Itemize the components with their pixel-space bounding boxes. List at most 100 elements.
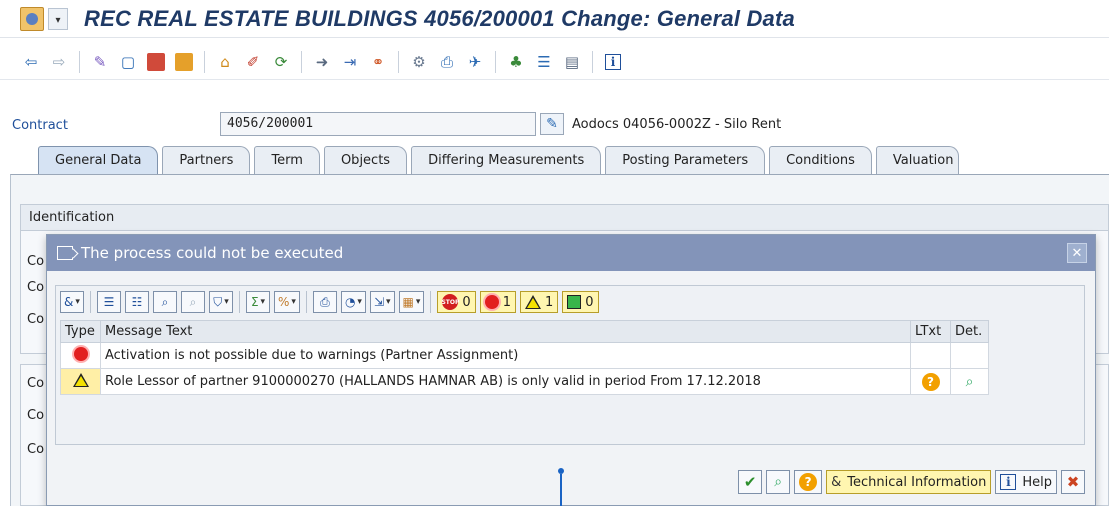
back-icon[interactable]: ⇦ bbox=[20, 51, 42, 73]
table-icon[interactable]: ▤ bbox=[561, 51, 583, 73]
tab-partners[interactable]: Partners bbox=[162, 146, 251, 174]
tab-valuation[interactable]: Valuation bbox=[875, 146, 959, 174]
info-icon[interactable]: i bbox=[602, 51, 624, 73]
field-label: Co bbox=[27, 442, 45, 457]
create-sub-icon[interactable]: ⌂ bbox=[214, 51, 236, 73]
window-title: REC REAL ESTATE BUILDINGS 4056/200001 Ch… bbox=[84, 5, 795, 31]
layout-icon[interactable]: ▦ ▾ bbox=[398, 291, 425, 313]
toolbar-separator bbox=[430, 291, 432, 313]
toolbar-separator bbox=[495, 50, 496, 73]
continue-button[interactable]: ✔ bbox=[738, 470, 763, 494]
tab-conditions[interactable]: Conditions bbox=[769, 146, 872, 174]
field-label: Co bbox=[27, 408, 45, 423]
settings-icon[interactable]: ⚙ bbox=[408, 51, 430, 73]
tab-general-data[interactable]: General Data bbox=[38, 146, 159, 174]
warning-counter-button[interactable]: 1 bbox=[519, 291, 559, 313]
cancel-button[interactable]: ✖ bbox=[1061, 470, 1085, 494]
detail-magnifier-icon[interactable]: ⌕ bbox=[966, 374, 974, 390]
type-cell bbox=[60, 342, 101, 369]
det-cell: ⌕ bbox=[950, 368, 989, 395]
system-menu-button[interactable]: ▾ bbox=[48, 7, 68, 30]
contract-field[interactable]: 4056/200001 bbox=[220, 112, 536, 136]
move-icon[interactable] bbox=[173, 51, 195, 73]
technical-info-menu-button[interactable]: & ▾ bbox=[60, 291, 84, 313]
total-icon[interactable]: Σ ▾ bbox=[246, 291, 270, 313]
field-label: Co bbox=[27, 280, 45, 295]
column-header-type[interactable]: Type bbox=[60, 320, 101, 343]
sort-descending-icon[interactable]: ☷ bbox=[125, 291, 149, 313]
identification-heading: Identification bbox=[21, 205, 1108, 231]
error-counter-button[interactable]: 1 bbox=[479, 291, 516, 313]
copy-icon[interactable] bbox=[145, 51, 167, 73]
contract-row: Contract 4056/200001 ✎ Aodocs 04056-0002… bbox=[0, 112, 1109, 138]
goto-icon[interactable]: ➜ bbox=[311, 51, 333, 73]
tab-posting-parameters[interactable]: Posting Parameters bbox=[605, 146, 766, 174]
forward-icon[interactable]: ⇨ bbox=[48, 51, 70, 73]
refresh-icon[interactable]: ⟳ bbox=[270, 51, 292, 73]
contract-label: Contract bbox=[12, 118, 68, 133]
find-icon[interactable]: ⌕ bbox=[153, 291, 177, 313]
edit-icon[interactable]: ✐ bbox=[242, 51, 264, 73]
filter-icon[interactable]: ⛉ ▾ bbox=[209, 291, 233, 313]
warning-icon bbox=[524, 295, 541, 309]
message-text-cell: Role Lessor of partner 9100000270 (HALLA… bbox=[100, 368, 911, 395]
close-icon[interactable]: ✕ bbox=[1067, 243, 1087, 263]
print-icon[interactable]: ⎙ bbox=[436, 51, 458, 73]
magnifier-icon: ⌕ bbox=[774, 474, 783, 490]
column-header-message-text[interactable]: Message Text bbox=[100, 320, 911, 343]
create-icon[interactable]: ▢ bbox=[117, 51, 139, 73]
message-table: Type Message Text LTxt Det. Activation i… bbox=[60, 320, 989, 395]
sort-ascending-icon[interactable]: ☰ bbox=[97, 291, 121, 313]
ltxt-cell: ? bbox=[910, 368, 951, 395]
field-label: Co bbox=[27, 312, 45, 327]
technical-information-button[interactable]: & Technical Information bbox=[826, 470, 992, 494]
subtotal-icon[interactable]: % ▾ bbox=[274, 291, 300, 313]
toolbar-separator bbox=[90, 291, 91, 313]
long-text-button[interactable]: ? bbox=[794, 470, 823, 494]
splitter-handle[interactable] bbox=[558, 468, 564, 506]
long-text-question-icon[interactable]: ? bbox=[921, 372, 940, 391]
splitter-line bbox=[560, 474, 562, 506]
display-change-icon[interactable]: ✎ bbox=[89, 51, 111, 73]
list-icon[interactable]: ☰ bbox=[533, 51, 555, 73]
dialog-header: The process could not be executed bbox=[47, 235, 1095, 271]
stop-counter-button[interactable]: STOP 0 bbox=[437, 291, 476, 313]
views-icon[interactable]: ◔ ▾ bbox=[340, 291, 366, 313]
tab-objects[interactable]: Objects bbox=[323, 146, 408, 174]
detail-button[interactable]: ⌕ bbox=[766, 470, 791, 494]
pencil-icon[interactable]: ✎ bbox=[540, 113, 564, 135]
print-icon[interactable]: ⎙ bbox=[312, 291, 337, 313]
dialog-footer: ✔ ⌕ ? & Technical Information i Help ✖ bbox=[738, 469, 1085, 495]
tab-differing-measurements[interactable]: Differing Measurements bbox=[411, 146, 602, 174]
message-list: & ▾ ☰ ☷ ⌕ ⌕ ⛉ ▾ Σ ▾ % ▾ ⎙ ◔ ▾ ⇲ ▾ ▦ ▾ STOP 0 1 1… bbox=[55, 285, 1085, 445]
attach-icon[interactable]: ✈ bbox=[464, 51, 486, 73]
toolbar-separator bbox=[592, 50, 593, 73]
sap-app-icon[interactable] bbox=[20, 6, 44, 31]
table-header-row: Type Message Text LTxt Det. bbox=[60, 320, 989, 343]
column-header-det[interactable]: Det. bbox=[950, 320, 989, 343]
tab-term[interactable]: Term bbox=[254, 146, 320, 174]
column-header-ltxt[interactable]: LTxt bbox=[910, 320, 951, 343]
toolbar-separator bbox=[79, 50, 80, 73]
question-icon: ? bbox=[799, 473, 818, 491]
message-dialog: The process could not be executed ✕ & ▾ ☰… bbox=[46, 234, 1096, 506]
field-label: Co bbox=[27, 254, 45, 269]
error-icon bbox=[484, 295, 499, 309]
field-label: Co bbox=[27, 376, 45, 391]
success-counter-button[interactable]: 0 bbox=[562, 291, 599, 313]
det-cell bbox=[950, 342, 989, 369]
table-row[interactable]: Role Lessor of partner 9100000270 (HALLA… bbox=[60, 368, 989, 395]
help-button[interactable]: i Help bbox=[995, 470, 1057, 494]
toolbar-separator bbox=[239, 291, 240, 313]
error-icon bbox=[73, 346, 88, 361]
contract-description: Aodocs 04056-0002Z - Silo Rent bbox=[572, 117, 782, 132]
table-row[interactable]: Activation is not possible due to warnin… bbox=[60, 342, 989, 369]
navigate-icon[interactable]: ⇥ bbox=[339, 51, 361, 73]
find-next-icon[interactable]: ⌕ bbox=[181, 291, 205, 313]
export-icon[interactable]: ⇲ ▾ bbox=[369, 291, 395, 313]
technical-information-label: Technical Information bbox=[847, 474, 987, 490]
hierarchy-icon[interactable]: ♣ bbox=[505, 51, 527, 73]
toolbar-separator bbox=[305, 291, 307, 313]
close-x-icon: ✖ bbox=[1066, 473, 1080, 491]
link-icon[interactable]: ⚭ bbox=[367, 51, 389, 73]
